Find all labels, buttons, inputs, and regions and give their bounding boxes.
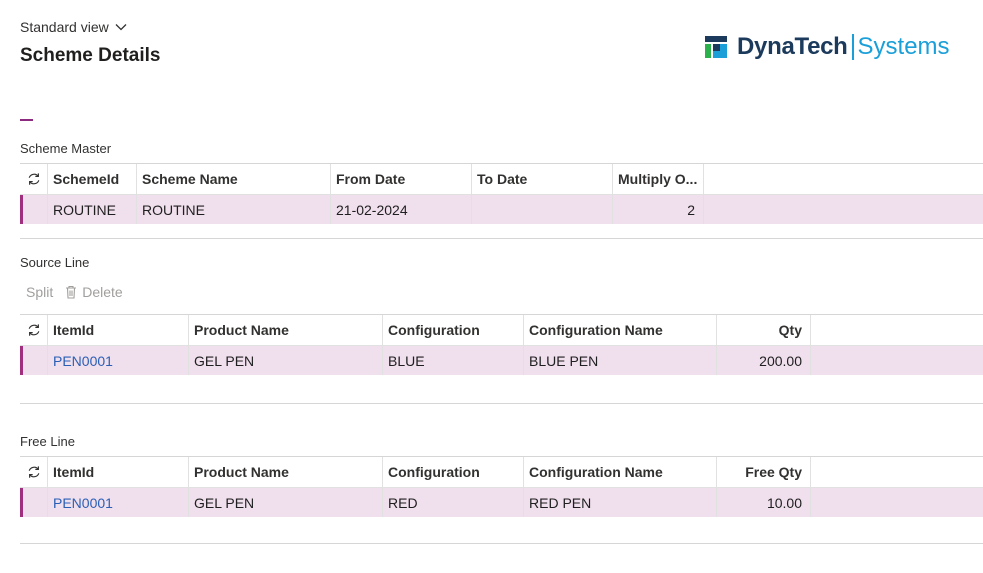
source-line-toolbar: Split Delete bbox=[26, 284, 123, 300]
column-header-multiply[interactable]: Multiply O... bbox=[613, 164, 704, 194]
cell-from-date[interactable]: 21-02-2024 bbox=[331, 195, 472, 224]
cell-product-name[interactable]: GEL PEN bbox=[189, 346, 383, 375]
refresh-icon bbox=[28, 466, 39, 478]
cell-multiply[interactable]: 2 bbox=[613, 195, 704, 224]
trash-icon bbox=[66, 285, 77, 299]
refresh-button[interactable] bbox=[20, 457, 48, 487]
scheme-master-grid: SchemeId Scheme Name From Date To Date M… bbox=[20, 163, 983, 239]
column-header-configuration[interactable]: Configuration bbox=[383, 457, 524, 487]
column-header-free-qty[interactable]: Free Qty bbox=[717, 457, 811, 487]
view-selector-label: Standard view bbox=[20, 19, 109, 35]
column-header-qty[interactable]: Qty bbox=[717, 315, 811, 345]
split-button[interactable]: Split bbox=[26, 284, 53, 300]
cell-configuration-name[interactable]: BLUE PEN bbox=[524, 346, 717, 375]
column-header-schemeid[interactable]: SchemeId bbox=[48, 164, 137, 194]
column-header-product-name[interactable]: Product Name bbox=[189, 457, 383, 487]
item-id-link[interactable]: PEN0001 bbox=[53, 495, 113, 511]
column-header-from-date[interactable]: From Date bbox=[331, 164, 472, 194]
column-header-to-date[interactable]: To Date bbox=[472, 164, 613, 194]
column-header-configuration-name[interactable]: Configuration Name bbox=[524, 315, 717, 345]
source-line-label: Source Line bbox=[20, 255, 90, 270]
logo-mark-icon bbox=[705, 36, 727, 58]
cell-configuration-name[interactable]: RED PEN bbox=[524, 488, 717, 517]
table-row[interactable]: PEN0001 GEL PEN BLUE BLUE PEN 200.00 bbox=[20, 346, 983, 375]
chevron-down-icon bbox=[115, 24, 127, 31]
logo-divider bbox=[851, 34, 854, 60]
free-line-label: Free Line bbox=[20, 434, 75, 449]
cell-product-name[interactable]: GEL PEN bbox=[189, 488, 383, 517]
column-header-product-name[interactable]: Product Name bbox=[189, 315, 383, 345]
column-header-itemid[interactable]: ItemId bbox=[48, 457, 189, 487]
cell-item-id[interactable]: PEN0001 bbox=[48, 488, 189, 517]
cell-configuration[interactable]: RED bbox=[383, 488, 524, 517]
refresh-button[interactable] bbox=[20, 315, 48, 345]
delete-button[interactable]: Delete bbox=[65, 284, 123, 300]
cell-scheme-name[interactable]: ROUTINE bbox=[137, 195, 331, 224]
cell-scheme-id[interactable]: ROUTINE bbox=[48, 195, 137, 224]
delete-label: Delete bbox=[82, 284, 123, 300]
cell-configuration[interactable]: BLUE bbox=[383, 346, 524, 375]
accent-divider bbox=[20, 119, 33, 121]
column-header-configuration[interactable]: Configuration bbox=[383, 315, 524, 345]
view-selector[interactable]: Standard view bbox=[20, 19, 127, 35]
logo-subtitle: Systems bbox=[857, 33, 950, 60]
company-logo: DynaTech Systems bbox=[705, 33, 950, 61]
grid-header: ItemId Product Name Configuration Config… bbox=[20, 457, 983, 488]
page-title: Scheme Details bbox=[20, 45, 161, 66]
free-line-grid: ItemId Product Name Configuration Config… bbox=[20, 456, 983, 544]
refresh-button[interactable] bbox=[20, 164, 48, 194]
column-header-scheme-name[interactable]: Scheme Name bbox=[137, 164, 331, 194]
source-line-grid: ItemId Product Name Configuration Config… bbox=[20, 314, 983, 404]
cell-to-date[interactable] bbox=[472, 195, 613, 224]
scheme-master-label: Scheme Master bbox=[20, 141, 112, 156]
table-row[interactable]: PEN0001 GEL PEN RED RED PEN 10.00 bbox=[20, 488, 983, 517]
cell-free-qty[interactable]: 10.00 bbox=[717, 488, 811, 517]
logo-brand: DynaTech bbox=[737, 33, 848, 60]
item-id-link[interactable]: PEN0001 bbox=[53, 353, 113, 369]
refresh-icon bbox=[28, 324, 39, 336]
cell-item-id[interactable]: PEN0001 bbox=[48, 346, 189, 375]
column-header-configuration-name[interactable]: Configuration Name bbox=[524, 457, 717, 487]
refresh-icon bbox=[28, 173, 39, 185]
cell-qty[interactable]: 200.00 bbox=[717, 346, 811, 375]
grid-header: ItemId Product Name Configuration Config… bbox=[20, 315, 983, 346]
grid-header: SchemeId Scheme Name From Date To Date M… bbox=[20, 164, 983, 195]
column-header-itemid[interactable]: ItemId bbox=[48, 315, 189, 345]
table-row[interactable]: ROUTINE ROUTINE 21-02-2024 2 bbox=[20, 195, 983, 224]
